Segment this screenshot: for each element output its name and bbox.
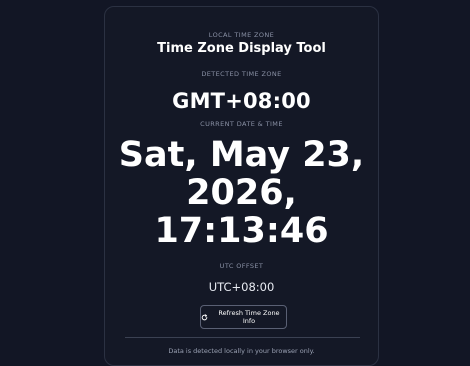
utc-offset-label: UTC OFFSET <box>219 262 264 270</box>
date-line: Sat, May 23, <box>118 135 365 175</box>
privacy-note: Data is detected locally in your browser… <box>168 347 315 355</box>
refresh-icon <box>201 313 208 321</box>
refresh-button[interactable]: Refresh Time Zone Info <box>200 305 287 329</box>
time-line: 17:13:46 <box>154 211 329 251</box>
divider <box>125 337 360 338</box>
utc-offset-value: UTC+08:00 <box>208 280 275 294</box>
current-date-time-label: CURRENT DATE & TIME <box>200 120 283 128</box>
current-date-time-value: Sat, May 23, 2026, 17:13:46 <box>105 136 378 250</box>
refresh-button-label: Refresh Time Zone Info <box>218 309 280 325</box>
detected-time-zone-value: GMT+08:00 <box>172 89 311 113</box>
timezone-card: LOCAL TIME ZONE Time Zone Display Tool D… <box>104 6 379 366</box>
detected-time-zone-label: DETECTED TIME ZONE <box>201 70 282 78</box>
year-line: 2026, <box>186 173 297 213</box>
local-time-zone-eyebrow: LOCAL TIME ZONE <box>208 31 275 39</box>
page-title: Time Zone Display Tool <box>157 41 326 56</box>
